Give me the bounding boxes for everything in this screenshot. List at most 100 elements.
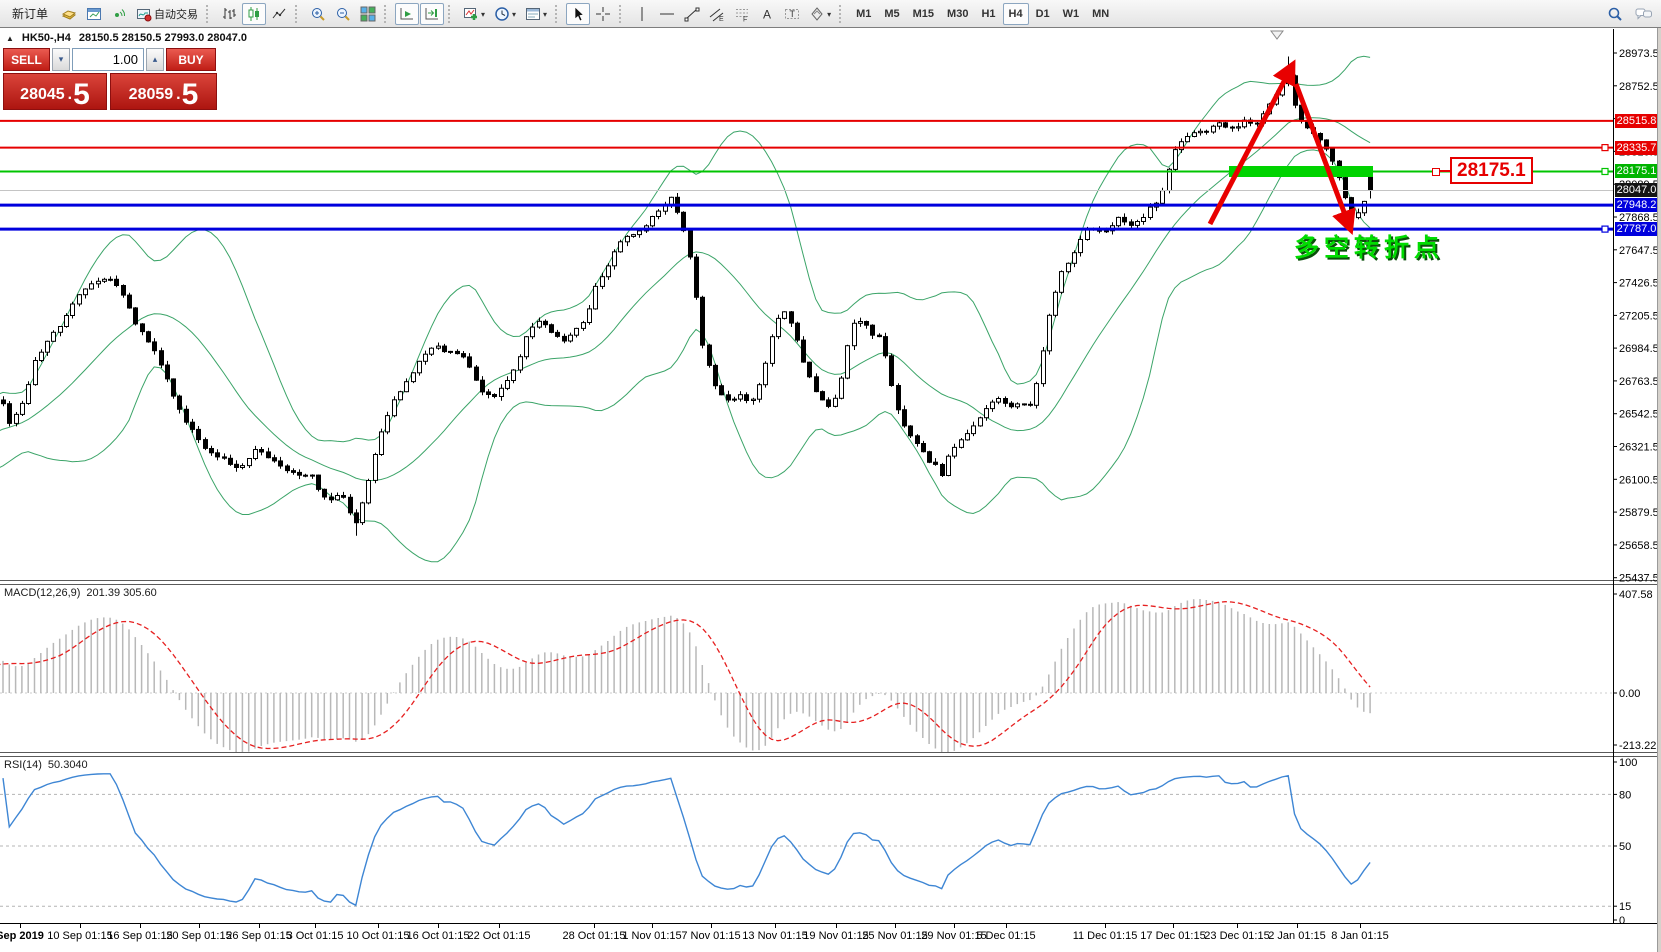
fibonacci-letter: F — [743, 16, 747, 22]
sell-button[interactable]: SELL — [3, 48, 50, 71]
buy-price-box[interactable]: 28059.5 — [110, 73, 217, 110]
auto-scroll-icon[interactable] — [395, 3, 419, 25]
text-tool-icon: A — [759, 6, 775, 22]
chat-button[interactable] — [1631, 3, 1657, 25]
vertical-line-icon — [634, 6, 650, 22]
chart-shift-icon[interactable] — [420, 3, 444, 25]
svg-text:26321.5: 26321.5 — [1619, 442, 1659, 454]
svg-text:25879.5: 25879.5 — [1619, 507, 1659, 519]
periods-button[interactable] — [490, 3, 520, 25]
templates-button[interactable] — [521, 3, 551, 25]
turning-point-annotation: 多空转折点 — [1294, 228, 1444, 264]
toolbar-grip — [295, 5, 301, 23]
zoom-in-icon[interactable] — [306, 3, 330, 25]
horizontal-line-tool[interactable] — [655, 3, 679, 25]
svg-text:19 Nov 01:15: 19 Nov 01:15 — [803, 930, 868, 942]
svg-text:Sep 2019: Sep 2019 — [0, 930, 44, 942]
up-arrow-icon — [153, 54, 158, 65]
svg-text:27868.5: 27868.5 — [1619, 212, 1659, 224]
chart-canvas[interactable]: 28973.528752.528531.528310.528089.527868… — [0, 0, 1661, 952]
shapes-tool[interactable] — [805, 3, 835, 25]
cursor-tool[interactable] — [566, 3, 590, 25]
svg-text:2 Jan 01:15: 2 Jan 01:15 — [1268, 930, 1326, 942]
timeframe-m15[interactable]: M15 — [907, 3, 940, 25]
text-tool[interactable]: A — [755, 3, 779, 25]
autotrading-button[interactable]: 自动交易 — [132, 3, 202, 25]
chart-shift-marker[interactable] — [1271, 31, 1283, 39]
chart-window-icon[interactable] — [82, 3, 106, 25]
gold-stack-glyph — [61, 6, 77, 22]
timeframe-h4[interactable]: H4 — [1003, 3, 1029, 25]
sell-price-dot: . — [68, 87, 72, 103]
gold-stack-icon[interactable] — [57, 3, 81, 25]
channel-letter: E — [719, 16, 724, 22]
svg-text:27205.5: 27205.5 — [1619, 310, 1659, 322]
rsi-name: RSI(14) — [4, 759, 42, 771]
svg-text:8 Jan 01:15: 8 Jan 01:15 — [1331, 930, 1389, 942]
tile-windows-icon[interactable] — [356, 3, 380, 25]
timeframe-mn[interactable]: MN — [1086, 3, 1115, 25]
trendline-icon — [684, 6, 700, 22]
timeframe-m5[interactable]: M5 — [878, 3, 905, 25]
template-icon — [525, 6, 541, 22]
signal-icon[interactable] — [107, 3, 131, 25]
horizontal-line-icon — [659, 6, 675, 22]
toolbar-grip — [448, 5, 454, 23]
label-tool-icon: T — [784, 6, 800, 22]
timeframe-w1[interactable]: W1 — [1057, 3, 1086, 25]
svg-text:80: 80 — [1619, 789, 1631, 801]
candlestick-chart-icon[interactable] — [242, 3, 266, 25]
chat-icon — [1635, 6, 1653, 22]
indicators-icon — [463, 6, 479, 22]
svg-text:15: 15 — [1619, 901, 1631, 913]
svg-text:50: 50 — [1619, 841, 1631, 853]
chart-shift-glyph — [424, 6, 440, 22]
volume-input[interactable] — [72, 48, 144, 71]
channel-tool[interactable]: E — [705, 3, 729, 25]
svg-text:28973.5: 28973.5 — [1619, 48, 1659, 60]
timeframe-m30[interactable]: M30 — [941, 3, 974, 25]
svg-text:23 Dec 01:15: 23 Dec 01:15 — [1204, 930, 1269, 942]
auto-scroll-glyph — [399, 6, 415, 22]
svg-text:26100.5: 26100.5 — [1619, 474, 1659, 486]
svg-text:25 Nov 01:15: 25 Nov 01:15 — [862, 930, 927, 942]
buy-price-dot: . — [176, 87, 180, 103]
zoom-in-glyph — [310, 6, 326, 22]
main-pane — [0, 56, 1613, 561]
buy-button[interactable]: BUY — [166, 48, 216, 71]
one-click-trading-panel: SELL BUY 28045.5 28059.5 — [3, 48, 219, 110]
timeframe-m1[interactable]: M1 — [850, 3, 877, 25]
crosshair-tool[interactable] — [591, 3, 615, 25]
svg-text:13 Nov 01:15: 13 Nov 01:15 — [742, 930, 807, 942]
svg-text:-213.22: -213.22 — [1619, 740, 1656, 752]
indicators-button[interactable] — [459, 3, 489, 25]
timeframe-group: M1M5M15M30H1H4D1W1MN — [850, 3, 1115, 25]
sell-price-box[interactable]: 28045.5 — [3, 73, 107, 110]
fibonacci-tool[interactable]: F — [730, 3, 754, 25]
vertical-line-tool[interactable] — [630, 3, 654, 25]
svg-text:16 Sep 01:15: 16 Sep 01:15 — [107, 930, 172, 942]
crosshair-icon — [595, 6, 611, 22]
label-tool[interactable]: T — [780, 3, 804, 25]
volume-increase-button[interactable] — [146, 48, 164, 71]
volume-decrease-button[interactable] — [52, 48, 70, 71]
dropdown-arrow-icon — [481, 8, 485, 20]
window-edge-strip — [1657, 0, 1661, 952]
svg-text:1 Nov 01:15: 1 Nov 01:15 — [622, 930, 681, 942]
line-chart-icon[interactable] — [267, 3, 291, 25]
bar-chart-icon[interactable] — [217, 3, 241, 25]
svg-text:28531.5: 28531.5 — [1619, 114, 1659, 126]
timeframe-d1[interactable]: D1 — [1030, 3, 1056, 25]
trendline-tool[interactable] — [680, 3, 704, 25]
symbol-ohlc-line: HK50-,H4 28150.5 28150.5 27993.0 28047.0 — [6, 32, 247, 44]
svg-text:407.58: 407.58 — [1619, 589, 1653, 601]
svg-text:7 Nov 01:15: 7 Nov 01:15 — [681, 930, 740, 942]
svg-text:28089.5: 28089.5 — [1619, 179, 1659, 191]
search-button[interactable] — [1603, 3, 1627, 25]
svg-text:100: 100 — [1619, 757, 1637, 769]
new-order-button[interactable]: 新订单 — [4, 3, 56, 25]
toolbar-grip — [555, 5, 561, 23]
sell-price-pips: 5 — [73, 83, 90, 107]
zoom-out-icon[interactable] — [331, 3, 355, 25]
timeframe-h1[interactable]: H1 — [975, 3, 1001, 25]
